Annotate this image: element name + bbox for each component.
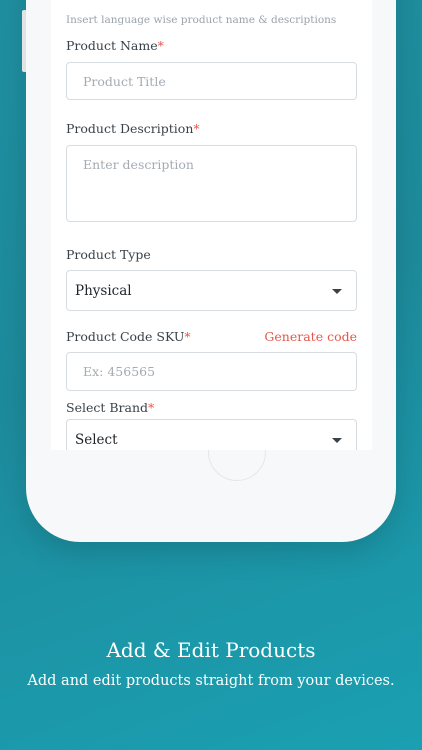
product-description-placeholder: Enter description — [83, 157, 194, 172]
product-code-label: Product Code SKU* — [66, 329, 191, 344]
brand-value: Select — [75, 432, 118, 448]
product-name-input[interactable]: Product Title — [66, 62, 357, 100]
product-description-label: Product Description* — [66, 121, 200, 136]
chevron-down-icon — [332, 289, 342, 294]
caption-title: Add & Edit Products — [106, 638, 316, 662]
product-code-input[interactable]: Ex: 456565 — [66, 352, 357, 391]
product-type-value: Physical — [75, 283, 132, 299]
chevron-down-icon — [332, 438, 342, 443]
brand-select[interactable]: Select — [66, 419, 357, 450]
product-description-textarea[interactable]: Enter description — [66, 145, 357, 222]
product-name-placeholder: Product Title — [83, 74, 166, 89]
form-hint: Insert language wise product name & desc… — [66, 14, 337, 26]
required-mark: * — [148, 400, 155, 415]
product-type-select[interactable]: Physical — [66, 270, 357, 311]
brand-label: Select Brand* — [66, 400, 155, 415]
product-type-label: Product Type — [66, 247, 151, 262]
required-mark: * — [184, 329, 191, 344]
required-mark: * — [157, 38, 164, 53]
required-mark: * — [193, 121, 200, 136]
product-form-screen: Insert language wise product name & desc… — [51, 0, 372, 450]
product-code-placeholder: Ex: 456565 — [83, 364, 156, 379]
caption-subtitle: Add and edit products straight from your… — [27, 673, 395, 689]
product-name-label: Product Name* — [66, 38, 164, 53]
generate-code-link[interactable]: Generate code — [264, 329, 357, 344]
